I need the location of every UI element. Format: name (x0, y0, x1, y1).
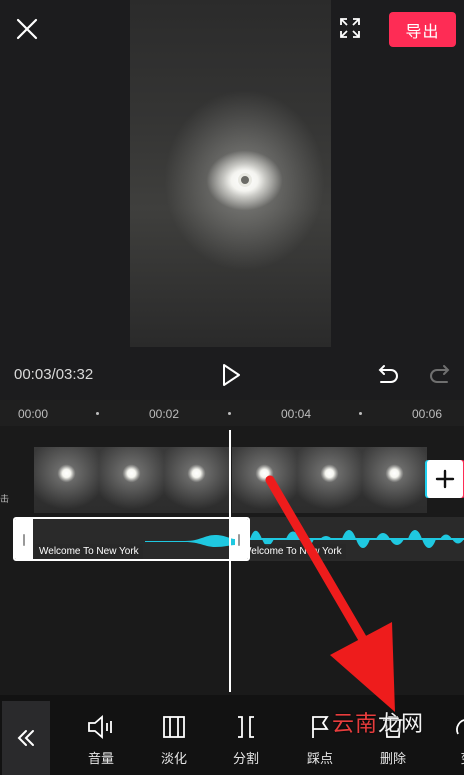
close-icon (16, 18, 38, 40)
video-frame[interactable] (34, 447, 99, 513)
undo-icon (378, 365, 398, 383)
tool-speed[interactable]: 变 (440, 712, 464, 772)
tool-label: 分割 (232, 751, 259, 766)
undo-button[interactable] (376, 364, 400, 386)
light-bulb (238, 173, 252, 187)
video-frame[interactable] (232, 447, 297, 513)
audio-clip-label: Welcome To New York (35, 544, 143, 559)
ruler-tick: 00:04 (281, 407, 312, 421)
audio-waveform (145, 535, 235, 547)
watermark: 云南龙网 (332, 706, 424, 738)
video-frame[interactable] (164, 447, 229, 513)
video-frame[interactable] (362, 447, 427, 513)
tool-label: 淡化 (160, 751, 187, 766)
ruler-tick: 00:00 (18, 407, 49, 421)
audio-clip-label: Welcome To New York (238, 544, 346, 559)
watermark-part-2: 龙网 (378, 711, 425, 736)
audio-clip-selected[interactable]: Welcome To New York (13, 517, 250, 561)
beat-flag-icon (312, 716, 329, 738)
volume-icon (88, 715, 112, 739)
timecode: 00:03/03:32 (14, 366, 94, 383)
trim-handle-left[interactable] (15, 519, 33, 559)
tool-label: 踩点 (306, 751, 333, 766)
tool-label: 删除 (379, 751, 406, 766)
play-button[interactable] (219, 362, 243, 388)
back-button[interactable] (2, 701, 50, 775)
fullscreen-icon (340, 18, 360, 38)
video-preview[interactable] (130, 0, 331, 347)
ruler-tick: 00:02 (149, 407, 180, 421)
plus-icon (435, 469, 455, 489)
export-button[interactable]: 导出 (389, 12, 456, 47)
time-ruler[interactable] (0, 400, 464, 426)
fade-icon (163, 716, 185, 738)
tool-fade[interactable]: 淡化 (147, 712, 201, 772)
close-button[interactable] (14, 16, 40, 42)
ruler-dot (359, 412, 362, 415)
tool-label: 变 (460, 748, 464, 767)
tool-label: 音量 (87, 751, 114, 766)
ruler-dot (96, 412, 99, 415)
tool-split[interactable]: 分割 (219, 712, 273, 772)
playhead[interactable] (229, 430, 231, 692)
add-clip-button[interactable] (427, 460, 463, 498)
redo-icon (430, 365, 450, 383)
double-chevron-left-icon (17, 730, 34, 746)
ruler-tick: 00:06 (412, 407, 443, 421)
video-frame[interactable] (99, 447, 164, 513)
ruler-dot (228, 412, 231, 415)
redo-button[interactable] (428, 364, 452, 386)
video-frame[interactable] (297, 447, 362, 513)
speed-icon (456, 719, 464, 735)
split-icon (238, 716, 254, 738)
tool-volume[interactable]: 音量 (74, 712, 128, 772)
track-label: 击 (0, 494, 10, 504)
play-icon (223, 364, 240, 386)
fullscreen-button[interactable] (338, 16, 362, 40)
watermark-part-1: 云南 (332, 711, 379, 736)
